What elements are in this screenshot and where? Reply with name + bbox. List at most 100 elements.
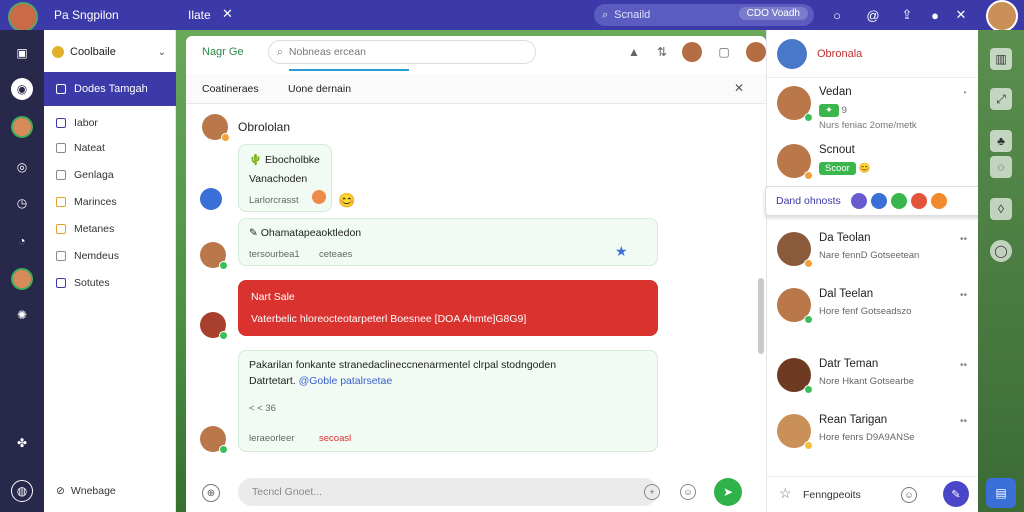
sender-avatar[interactable] xyxy=(200,312,228,340)
emoji-icon[interactable]: 😊 xyxy=(338,192,355,209)
contact-item[interactable]: Datr Teman Nore Hkant Gotsearbe •• xyxy=(767,354,979,412)
status-badge: Scoor xyxy=(819,162,856,175)
emoji-icon[interactable]: ☺ xyxy=(901,487,917,503)
nav-item[interactable]: Sotutes xyxy=(56,275,172,291)
help-icon[interactable]: ◍ xyxy=(11,480,33,502)
nav-item[interactable]: Metanes xyxy=(56,221,172,237)
nav-footer[interactable]: ⊘ Wnebage xyxy=(56,485,116,497)
settings-icon[interactable]: ✺ xyxy=(11,304,33,326)
nav-item[interactable]: Nateat xyxy=(56,140,172,156)
mention-link[interactable]: @Goble patalrsetae xyxy=(299,375,393,387)
profile-avatar[interactable] xyxy=(986,0,1018,32)
sender-avatar[interactable] xyxy=(200,426,228,454)
more-icon[interactable]: •• xyxy=(960,290,967,301)
tab-conversations[interactable]: Coatineraes xyxy=(202,83,259,95)
message-text: Pakarilan fonkante stranedaclineccnenarm… xyxy=(249,359,557,371)
expand-icon[interactable]: ⤢ xyxy=(990,88,1012,110)
star-icon[interactable]: ☆ xyxy=(779,485,792,502)
message-bubble[interactable]: ✎ Ohamatapeaoktledon tersourbea1 ceteaes… xyxy=(238,218,658,266)
rail-avatar[interactable] xyxy=(11,116,33,138)
reaction-icon[interactable] xyxy=(890,193,907,209)
alert-message[interactable]: Nart Sale Vaterbelic hloreocteotarpeterl… xyxy=(238,280,658,336)
at-icon[interactable]: @ xyxy=(864,6,882,24)
record-icon[interactable]: ◯ xyxy=(990,240,1012,262)
more-icon[interactable]: •• xyxy=(960,360,967,371)
search-icon: ⌕ xyxy=(277,45,283,58)
scrollbar[interactable] xyxy=(758,278,764,354)
conversation-name: Obrololan xyxy=(238,120,291,134)
attach-icon[interactable]: ⊕ xyxy=(202,484,220,502)
close-icon[interactable]: ✕ xyxy=(734,81,744,95)
current-user[interactable]: Obronala xyxy=(767,30,979,78)
search-placeholder: Scnaild xyxy=(614,9,651,21)
message-bubble[interactable]: Pakarilan fonkante stranedaclineccnenarm… xyxy=(238,350,658,452)
inbox-icon[interactable]: ▣ xyxy=(11,42,33,64)
nav-item-active[interactable]: Dodes Tamgah xyxy=(44,72,176,106)
reaction-icon[interactable] xyxy=(850,193,867,209)
contact-item[interactable]: Rean Tarigan Hore fenrs D9A9ANSe •• xyxy=(767,410,979,468)
contact-status: ✦ 9 xyxy=(819,104,847,117)
status-badge: ✦ xyxy=(819,104,839,117)
more-icon[interactable]: •• xyxy=(960,234,967,245)
nav-item-label: Dodes Tamgah xyxy=(74,83,148,95)
tree-icon[interactable]: ♣ xyxy=(990,130,1012,152)
add-icon[interactable]: + xyxy=(644,484,660,500)
global-search-input[interactable]: ⌕ Scnaild CDO Voadh xyxy=(594,4,814,26)
compose-button[interactable]: ✎ xyxy=(943,481,969,507)
message-meta: Larlorcrasst xyxy=(249,195,299,206)
reaction-icon[interactable] xyxy=(910,193,927,209)
more-icon[interactable]: •• xyxy=(960,416,967,427)
reaction-icon[interactable] xyxy=(312,190,326,204)
message-text: Datrtetart. @Goble patalrsetae xyxy=(249,375,393,387)
reaction-icon[interactable] xyxy=(870,193,887,209)
contact-item[interactable]: Da Teolan Nare fennD Gotseetean •• xyxy=(767,228,979,286)
header-avatar[interactable] xyxy=(682,42,702,62)
contact-status: Scoor 😊 xyxy=(819,162,870,175)
reaction-bar[interactable]: Dand ohnosts xyxy=(765,186,987,216)
share-icon[interactable]: ⇪ xyxy=(898,6,916,24)
star-icon[interactable]: ★ xyxy=(615,243,628,260)
pin-icon[interactable]: ⇅ xyxy=(654,44,670,60)
reaction-icon[interactable] xyxy=(930,193,947,209)
feedback-icon[interactable]: ◊ xyxy=(990,198,1012,220)
sender-avatar[interactable] xyxy=(200,188,222,210)
nav-item[interactable]: Iabor xyxy=(56,115,172,131)
nav-item[interactable]: Genlaga xyxy=(56,167,172,183)
message-text: 🌵 Ebocholbke xyxy=(249,154,320,166)
help-icon: ⊘ xyxy=(56,485,65,497)
chat-search-input[interactable]: ⌕ Nobneas ercean xyxy=(268,40,536,71)
tab-domain[interactable]: Uone dernain xyxy=(288,83,351,95)
notification-icon[interactable]: ● xyxy=(926,6,944,24)
more-icon[interactable]: ◔ xyxy=(961,88,967,99)
puzzle-icon[interactable]: ✤ xyxy=(11,432,33,454)
workspace-selector[interactable]: Coolbaile ⌄ xyxy=(52,42,170,62)
chat-icon[interactable]: ◌ xyxy=(990,156,1012,178)
nav-item[interactable]: Nemdeus xyxy=(56,248,172,264)
conversation-avatar[interactable] xyxy=(202,114,230,142)
rail-avatar-2[interactable] xyxy=(11,268,33,290)
compass-icon[interactable]: ◎ xyxy=(11,156,33,178)
close-icon[interactable]: ✕ xyxy=(952,6,970,24)
contact-item[interactable]: Vedan ✦ 9 Nurs feniac 2ome/metk ◔ xyxy=(767,82,979,140)
chat-launcher-button[interactable]: ▤ xyxy=(986,478,1016,508)
nav-item[interactable]: Marinces xyxy=(56,194,172,210)
emoji-icon[interactable]: ☺ xyxy=(680,484,696,500)
globe-icon[interactable]: ◉ xyxy=(11,78,33,100)
user-avatar[interactable] xyxy=(8,2,38,32)
nav-item-label: Sotutes xyxy=(74,277,110,289)
layout-icon[interactable]: ▥ xyxy=(990,48,1012,70)
message-input[interactable]: Tecncl Gnoet... xyxy=(238,478,658,506)
tab-close-icon[interactable]: ✕ xyxy=(222,6,233,22)
upload-icon[interactable]: ▲ xyxy=(626,44,642,60)
send-button[interactable]: ➤ xyxy=(714,478,742,506)
window-icon[interactable]: ▢ xyxy=(716,44,732,60)
sender-avatar[interactable] xyxy=(200,242,228,270)
search-chip[interactable]: CDO Voadh xyxy=(738,7,808,20)
contacts-footer-label[interactable]: Fenngpeoits xyxy=(803,489,861,501)
contact-item[interactable]: Dal Teelan Hore fenf Gotseadszo •• xyxy=(767,284,979,342)
timer-icon[interactable]: ◔ xyxy=(11,230,33,252)
circle-icon[interactable]: ○ xyxy=(828,6,846,24)
clock-icon[interactable]: ◷ xyxy=(11,192,33,214)
tab-title[interactable]: Ilate xyxy=(188,8,211,22)
header-avatar-2[interactable] xyxy=(746,42,766,62)
